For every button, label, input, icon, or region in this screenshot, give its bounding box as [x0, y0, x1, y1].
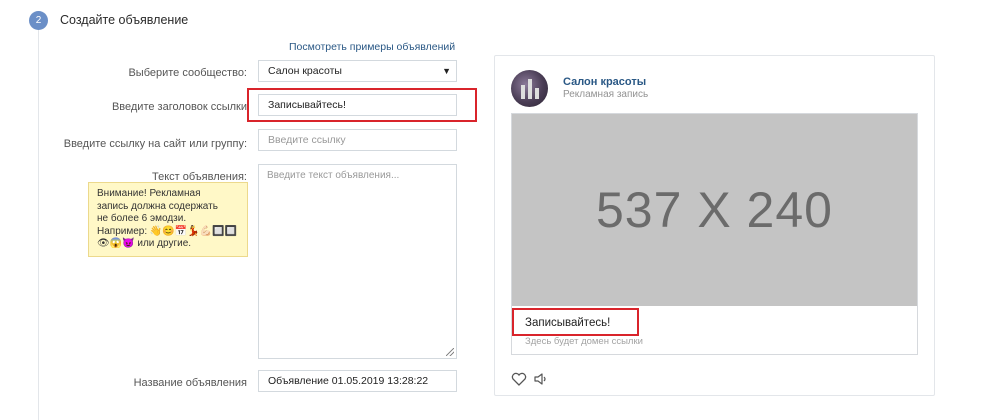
- resize-grip-icon[interactable]: [446, 348, 454, 356]
- ad-name-input[interactable]: Объявление 01.05.2019 13:28:22: [258, 370, 457, 392]
- step-number-badge: 2: [29, 11, 48, 30]
- examples-link[interactable]: Посмотреть примеры объявлений: [289, 41, 455, 53]
- headline-input-value: Записывайтесь!: [268, 99, 346, 111]
- warning-line: Например: 👋😊📅💃💪🏻🔲🔲: [97, 226, 239, 239]
- warning-line: запись должна содержать: [97, 200, 218, 212]
- headline-label: Введите заголовок ссылки: [111, 101, 247, 113]
- ad-text-textarea[interactable]: Введите текст объявления...: [258, 164, 457, 359]
- community-select-value: Салон красоты: [268, 65, 342, 77]
- preview-domain-hint: Здесь будет домен ссылки: [525, 336, 643, 347]
- warning-emoji-row: 👁😱😈: [97, 238, 135, 249]
- preview-title-highlight: [512, 308, 639, 336]
- warning-line: Внимание! Рекламная: [97, 188, 201, 199]
- ad-name-input-value: Объявление 01.05.2019 13:28:22: [268, 375, 429, 387]
- caret-down-icon: ▼: [442, 66, 451, 76]
- warning-suffix: или другие.: [137, 238, 192, 249]
- speaker-icon[interactable]: [533, 372, 549, 386]
- warning-line: не более 6 эмодзи.: [97, 213, 187, 224]
- ad-name-label: Название объявления: [133, 377, 247, 389]
- link-label: Введите ссылку на сайт или группу:: [63, 138, 247, 150]
- community-label: Выберите сообщество:: [128, 67, 247, 79]
- heart-icon[interactable]: [511, 372, 527, 386]
- community-select[interactable]: Салон красоты ▼: [258, 60, 457, 82]
- link-input-placeholder: Введите ссылку: [268, 134, 346, 146]
- preview-image-placeholder: 537 X 240: [512, 114, 917, 306]
- emoji-warning: Внимание! Рекламная запись должна содерж…: [88, 182, 248, 257]
- warning-emoji-row: 👋😊📅💃💪🏻🔲🔲: [149, 225, 238, 237]
- ad-text-placeholder: Введите текст объявления...: [267, 170, 400, 181]
- link-input[interactable]: Введите ссылку: [258, 129, 457, 151]
- community-avatar: [511, 70, 548, 107]
- warning-example-label: Например:: [97, 225, 148, 237]
- preview-ad-subtitle: Рекламная запись: [563, 89, 649, 100]
- step-title: Создайте объявление: [60, 13, 189, 27]
- warning-line: 👁😱😈 или другие.: [97, 238, 239, 251]
- preview-community-name[interactable]: Салон красоты: [563, 76, 646, 88]
- step-rail: [38, 30, 39, 420]
- headline-input[interactable]: Записывайтесь!: [258, 94, 457, 116]
